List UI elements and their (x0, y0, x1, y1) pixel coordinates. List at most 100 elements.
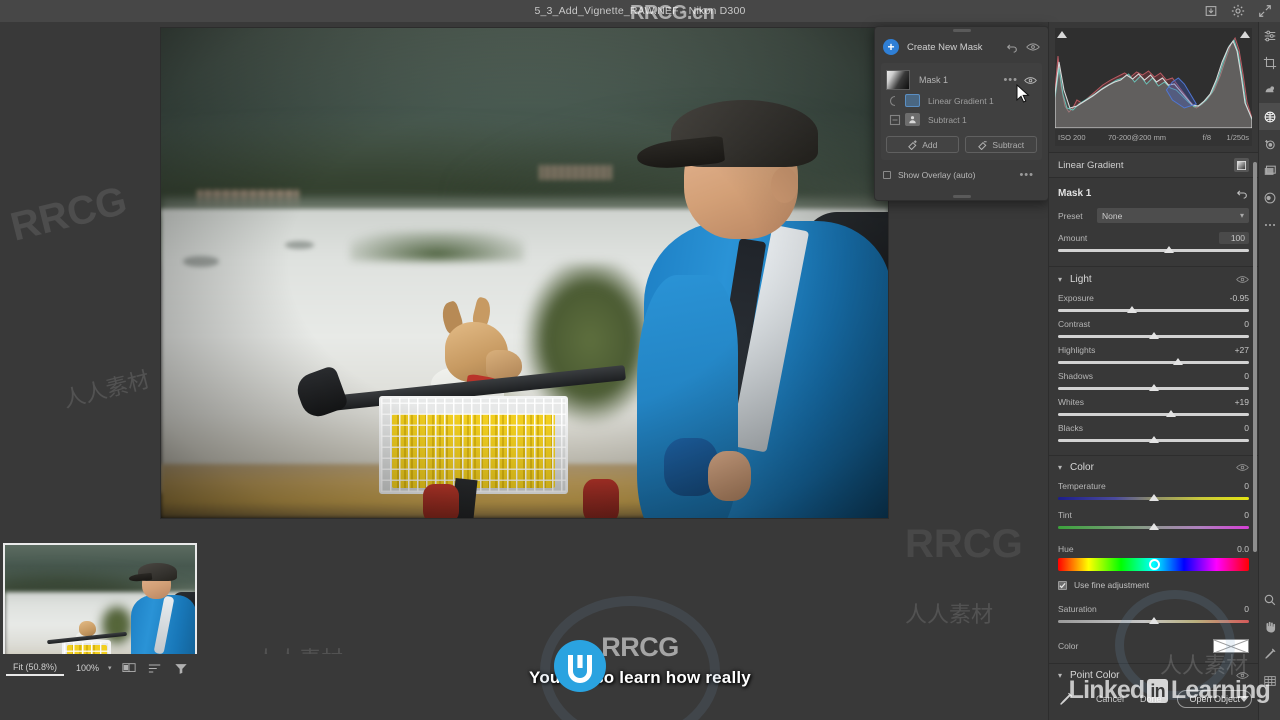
mask-component-subtract[interactable]: Subtract 1 (886, 110, 1037, 129)
highlights-value[interactable]: +27 (1219, 344, 1249, 356)
contrast-value[interactable]: 0 (1219, 318, 1249, 330)
camera-raw-window: 5_3_Add_Vignette_RAW.NEF - Nikon D300 RR… (0, 0, 1280, 720)
whites-label: Whites (1058, 396, 1084, 407)
mask-list-item[interactable]: Mask 1 ••• (886, 69, 1037, 91)
slider-knob[interactable] (1173, 358, 1184, 365)
amount-slider[interactable] (1058, 245, 1249, 257)
more-options-icon[interactable] (1259, 211, 1280, 238)
blacks-label: Blacks (1058, 422, 1084, 433)
contrast-slider[interactable] (1058, 331, 1249, 343)
gradient-tool-button[interactable] (1234, 158, 1249, 172)
mask-settings-block: Mask 1 Preset None ▾ Amount 100 (1049, 178, 1258, 267)
section-color-header[interactable]: ▾ Color (1049, 455, 1258, 479)
mask-settings-header: Mask 1 (1058, 185, 1249, 201)
red-eye-icon[interactable] (1259, 130, 1280, 157)
masking-icon[interactable] (1259, 103, 1280, 130)
histogram[interactable] (1055, 28, 1252, 128)
slider-knob[interactable] (1127, 306, 1138, 313)
watermark-text: RRCG (905, 522, 1023, 566)
tint-slider[interactable] (1058, 522, 1249, 534)
photo-preview[interactable] (161, 28, 888, 518)
mask-panel[interactable]: + Create New Mask Mask 1 ••• Linear Grad… (874, 26, 1049, 201)
exposure-slider[interactable] (1058, 305, 1249, 317)
highlights-slider[interactable] (1058, 357, 1249, 369)
highlight-clipping-indicator[interactable] (1240, 31, 1250, 38)
fine-adjustment-checkbox[interactable] (1058, 580, 1067, 590)
hue-knob[interactable] (1148, 559, 1160, 570)
vignette-overlay (161, 28, 888, 518)
panel-scrollbar[interactable] (1253, 162, 1257, 552)
zoom-icon[interactable] (1259, 586, 1280, 613)
shadows-slider[interactable] (1058, 383, 1249, 395)
preset-value: None (1102, 210, 1123, 221)
slider-knob[interactable] (1148, 436, 1159, 443)
panel-resize-handle[interactable] (952, 195, 971, 198)
temperature-value[interactable]: 0 (1219, 480, 1249, 492)
hue-value[interactable]: 0.0 (1219, 543, 1249, 555)
section-color-eye-icon[interactable] (1236, 462, 1249, 473)
section-color-title: Color (1070, 462, 1094, 473)
mask-list: Mask 1 ••• Linear Gradient 1 Subtract 1 … (881, 63, 1042, 160)
mask-item-label: Mask 1 (919, 75, 949, 85)
temperature-slider[interactable] (1058, 493, 1249, 505)
show-overlay-row[interactable]: Show Overlay (auto) ••• (875, 164, 1048, 186)
tint-value[interactable]: 0 (1219, 509, 1249, 521)
expand-icon[interactable] (1258, 4, 1272, 18)
add-mask-button[interactable]: Add (886, 136, 959, 153)
undo-icon[interactable] (1005, 41, 1019, 53)
hue-slider[interactable] (1058, 558, 1249, 571)
whites-value[interactable]: +19 (1219, 396, 1249, 408)
overlay-more-options-icon[interactable]: ••• (1019, 169, 1034, 181)
healing-brush-icon[interactable] (1259, 76, 1280, 103)
whites-slider[interactable] (1058, 409, 1249, 421)
temperature-label: Temperature (1058, 480, 1106, 491)
reset-mask-icon[interactable] (1235, 187, 1249, 199)
shadow-clipping-indicator[interactable] (1057, 31, 1067, 38)
section-light-eye-icon[interactable] (1236, 274, 1249, 285)
presets-icon[interactable] (1259, 184, 1280, 211)
light-sliders: Exposure -0.95 Contrast 0 Highlights +27… (1049, 291, 1258, 455)
shadows-label: Shadows (1058, 370, 1093, 381)
preset-dropdown[interactable]: None ▾ (1097, 208, 1249, 223)
eye-icon[interactable] (1026, 41, 1040, 53)
mask-settings-title: Mask 1 (1058, 187, 1092, 199)
exposure-value[interactable]: -0.95 (1219, 292, 1249, 304)
slider-knob[interactable] (1163, 246, 1174, 253)
show-overlay-checkbox[interactable] (883, 171, 891, 179)
shadows-value[interactable]: 0 (1219, 370, 1249, 382)
subtract-mask-button[interactable]: Subtract (964, 136, 1037, 153)
create-new-mask-button[interactable]: + (883, 39, 899, 55)
slider-knob[interactable] (1148, 332, 1159, 339)
blacks-slider[interactable] (1058, 435, 1249, 447)
snapshots-icon[interactable] (1259, 157, 1280, 184)
amount-row: Amount 100 (1058, 231, 1249, 244)
subtract-icon (978, 141, 988, 150)
mask-action-buttons: Add Subtract (886, 136, 1037, 153)
mask-visibility-eye-icon[interactable] (1024, 75, 1037, 86)
slider-knob[interactable] (1148, 523, 1159, 530)
tool-rail[interactable] (1258, 22, 1280, 720)
watermark-logo-icon (554, 640, 606, 692)
blacks-value[interactable]: 0 (1219, 422, 1249, 434)
slider-group-temperature: Temperature 0 (1058, 479, 1249, 505)
save-icon[interactable] (1204, 4, 1218, 18)
panel-drag-handle[interactable] (952, 29, 971, 32)
edit-sliders-icon[interactable] (1259, 22, 1280, 49)
gradient-icon (1237, 160, 1246, 170)
slider-knob[interactable] (1148, 384, 1159, 391)
chevron-down-icon: ▾ (1239, 211, 1244, 220)
slider-group-shadows: Shadows 0 (1058, 369, 1249, 395)
fine-adjustment-row[interactable]: Use fine adjustment (1058, 577, 1249, 593)
crop-icon[interactable] (1259, 49, 1280, 76)
amount-value[interactable]: 100 (1219, 231, 1249, 244)
slider-knob[interactable] (1148, 494, 1159, 501)
mask-component-linear-gradient[interactable]: Linear Gradient 1 (886, 91, 1037, 110)
chevron-down-icon: ▾ (1058, 463, 1063, 472)
mask-more-options-icon[interactable]: ••• (1003, 74, 1018, 86)
gear-icon[interactable] (1231, 4, 1245, 18)
create-new-mask-label: Create New Mask (907, 41, 983, 53)
watermark-cn-text: 人人素材 (905, 602, 994, 627)
mask-component-label: Linear Gradient 1 (928, 95, 994, 106)
section-light-header[interactable]: ▾ Light (1049, 267, 1258, 291)
slider-knob[interactable] (1165, 410, 1176, 417)
